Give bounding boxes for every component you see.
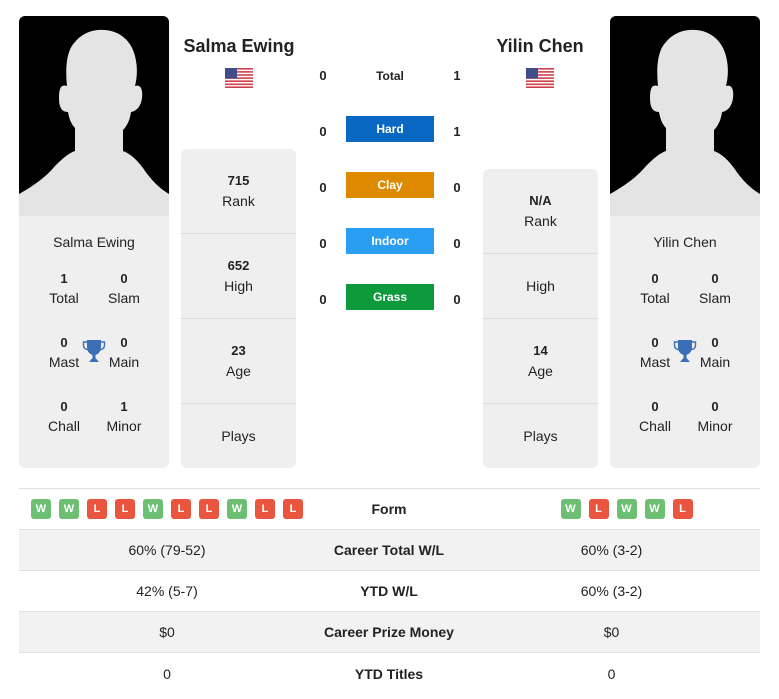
- table-row: 0 YTD Titles 0: [19, 653, 760, 694]
- titles-minor-right: 0 Minor: [697, 399, 733, 434]
- titles-grid-left: 1 Total 0 Slam 0 Mast 0 Main 0 Chall 1 Minor: [19, 270, 169, 462]
- player-name-right[interactable]: Yilin Chen: [460, 34, 620, 58]
- form-badge-loss: L: [672, 499, 693, 519]
- h2h-row-clay: 0 Clay 0: [300, 172, 480, 228]
- stats-card-left: 715 Rank 652 High 23 Age Plays: [181, 149, 296, 468]
- form-badge-loss: L: [199, 499, 219, 519]
- surface-badge-indoor[interactable]: Indoor: [346, 228, 434, 254]
- titles-slam-right: 0 Slam: [699, 271, 731, 306]
- titles-chall-left: 0 Chall: [48, 399, 80, 434]
- form-badge-loss: L: [283, 499, 303, 519]
- form-badge-win: W: [560, 499, 581, 519]
- player-name-left-card: Salma Ewing: [53, 234, 135, 250]
- form-badge-loss: L: [87, 499, 107, 519]
- surface-badge-grass[interactable]: Grass: [346, 284, 434, 310]
- form-badge-loss: L: [171, 499, 191, 519]
- us-flag-icon: [526, 68, 554, 88]
- form-badge-win: W: [644, 499, 665, 519]
- titles-grid-right: 0 Total 0 Slam 0 Mast 0 Main 0 Chall 0 Minor: [610, 270, 760, 462]
- surface-badge-clay[interactable]: Clay: [346, 172, 434, 198]
- player-card-right: Yilin Chen 0 Total 0 Slam 0 Mast 0 Main 0 Cha…: [610, 16, 760, 468]
- form-badge-win: W: [227, 499, 247, 519]
- form-badge-loss: L: [255, 499, 275, 519]
- h2h-row-grass: 0 Grass 0: [300, 284, 480, 340]
- form-badge-win: W: [143, 499, 163, 519]
- row-label: YTD W/L: [360, 583, 418, 599]
- player-name-right-card: Yilin Chen: [653, 234, 717, 250]
- silhouette-icon: [610, 29, 760, 216]
- us-flag-icon: [225, 68, 253, 88]
- titles-total-left: 1 Total: [49, 271, 79, 306]
- cell-right: 60% (3-2): [580, 542, 643, 558]
- titles-minor-left: 1 Minor: [106, 399, 142, 434]
- stats-card-right: N/A Rank High 14 Age Plays: [483, 169, 598, 468]
- trophy-icon: [673, 340, 697, 362]
- surface-badge-hard[interactable]: Hard: [346, 116, 434, 142]
- h2h-row-total: 0 Total 1: [319, 68, 461, 83]
- head-to-head-summary: 0 Total 1 0 Hard 1 0 Clay 0 0 Indoor 0 0…: [300, 60, 480, 340]
- cell-left: 60% (79-52): [128, 542, 206, 558]
- stat-high-left: 652 High: [181, 234, 296, 319]
- form-right: WLWWL: [463, 499, 760, 519]
- player-photo-left: [19, 16, 169, 216]
- h2h-row-hard: 0 Hard 1: [300, 116, 480, 172]
- row-label: Career Prize Money: [324, 624, 454, 640]
- table-row: $0 Career Prize Money $0: [19, 612, 760, 653]
- row-label: YTD Titles: [354, 665, 424, 682]
- silhouette-icon: [19, 29, 169, 216]
- form-badge-loss: L: [588, 499, 609, 519]
- form-badge-win: W: [31, 499, 51, 519]
- table-row: 60% (79-52) Career Total W/L 60% (3-2): [19, 530, 760, 571]
- form-badge-win: W: [59, 499, 79, 519]
- player-header-right: Yilin Chen: [460, 34, 620, 93]
- table-row: 42% (5-7) YTD W/L 60% (3-2): [19, 571, 760, 612]
- stat-rank-left: 715 Rank: [181, 149, 296, 234]
- stat-plays-left: Plays: [221, 428, 256, 444]
- table-row-form: WWLLWLLWLL Form WLWWL: [19, 489, 760, 530]
- form-left: WWLLWLLWLL: [19, 499, 315, 519]
- cell-left: 42% (5-7): [136, 583, 198, 599]
- h2h-row-indoor: 0 Indoor 0: [300, 228, 480, 284]
- stat-age-right: 14 Age: [483, 319, 598, 404]
- comparison-table: WWLLWLLWLL Form WLWWL 60% (79-52) Career…: [19, 488, 760, 694]
- trophy-icon: [82, 340, 106, 362]
- row-label: Career Total W/L: [333, 542, 445, 558]
- form-badge-loss: L: [115, 499, 135, 519]
- player-header-left: Salma Ewing: [159, 34, 319, 93]
- cell-right: $0: [603, 624, 620, 640]
- player-photo-right: [610, 16, 760, 216]
- stat-rank-right: N/A Rank: [483, 169, 598, 254]
- titles-chall-right: 0 Chall: [639, 399, 671, 434]
- cell-right: 60% (3-2): [580, 583, 643, 599]
- cell-left: 0: [163, 665, 171, 682]
- cell-right: 0: [607, 665, 616, 682]
- cell-left: $0: [159, 624, 175, 640]
- stat-plays-right: Plays: [523, 428, 558, 444]
- titles-total-right: 0 Total: [640, 271, 670, 306]
- stat-age-left: 23 Age: [181, 319, 296, 404]
- player-card-left: Salma Ewing 1 Total 0 Slam 0 Mast 0 Main 0 Ch…: [19, 16, 169, 468]
- row-label: Form: [371, 501, 407, 517]
- titles-slam-left: 0 Slam: [108, 271, 140, 306]
- stat-high-right: High: [483, 254, 598, 319]
- form-badge-win: W: [616, 499, 637, 519]
- player-name-left[interactable]: Salma Ewing: [159, 34, 319, 58]
